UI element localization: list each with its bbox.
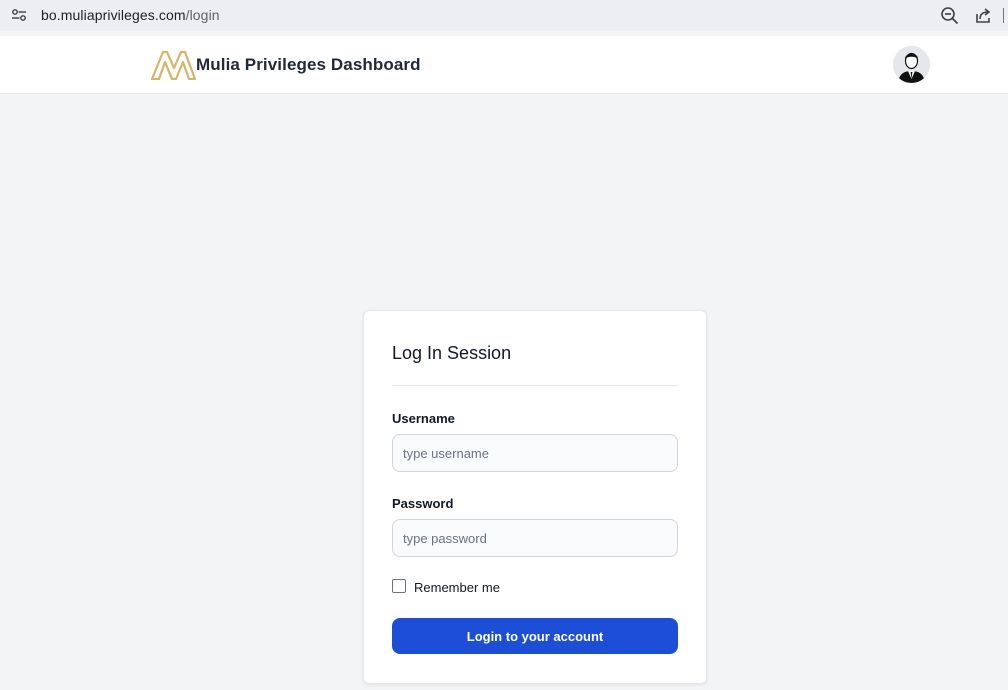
- brand-title[interactable]: Mulia Privileges Dashboard: [196, 55, 421, 75]
- password-label: Password: [392, 496, 454, 511]
- zoom-out-icon[interactable]: [940, 6, 959, 25]
- user-avatar-icon: [893, 46, 930, 83]
- site-info-icon[interactable]: [11, 8, 27, 22]
- url-path: /login: [185, 7, 220, 23]
- username-label: Username: [392, 411, 455, 426]
- url-text[interactable]: bo.muliaprivileges.com/login: [41, 7, 220, 23]
- mulia-logo-icon[interactable]: [151, 50, 196, 80]
- remember-checkbox[interactable]: [392, 579, 406, 593]
- login-card: Log In Session Username Password Remembe…: [363, 310, 707, 684]
- card-divider: [392, 385, 678, 386]
- browser-toolbar: bo.muliaprivileges.com/login: [0, 0, 1008, 31]
- user-avatar[interactable]: [893, 46, 930, 83]
- login-button[interactable]: Login to your account: [392, 618, 678, 654]
- app-header: Mulia Privileges Dashboard: [0, 36, 1008, 94]
- username-input[interactable]: [392, 434, 678, 472]
- remember-label[interactable]: Remember me: [414, 580, 500, 595]
- login-title: Log In Session: [392, 343, 512, 363]
- share-icon[interactable]: [974, 6, 993, 25]
- address-bar[interactable]: bo.muliaprivileges.com/login: [0, 0, 1008, 31]
- toolbar-divider: [1003, 8, 1004, 23]
- password-input[interactable]: [392, 519, 678, 557]
- url-host: bo.muliaprivileges.com: [41, 7, 186, 23]
